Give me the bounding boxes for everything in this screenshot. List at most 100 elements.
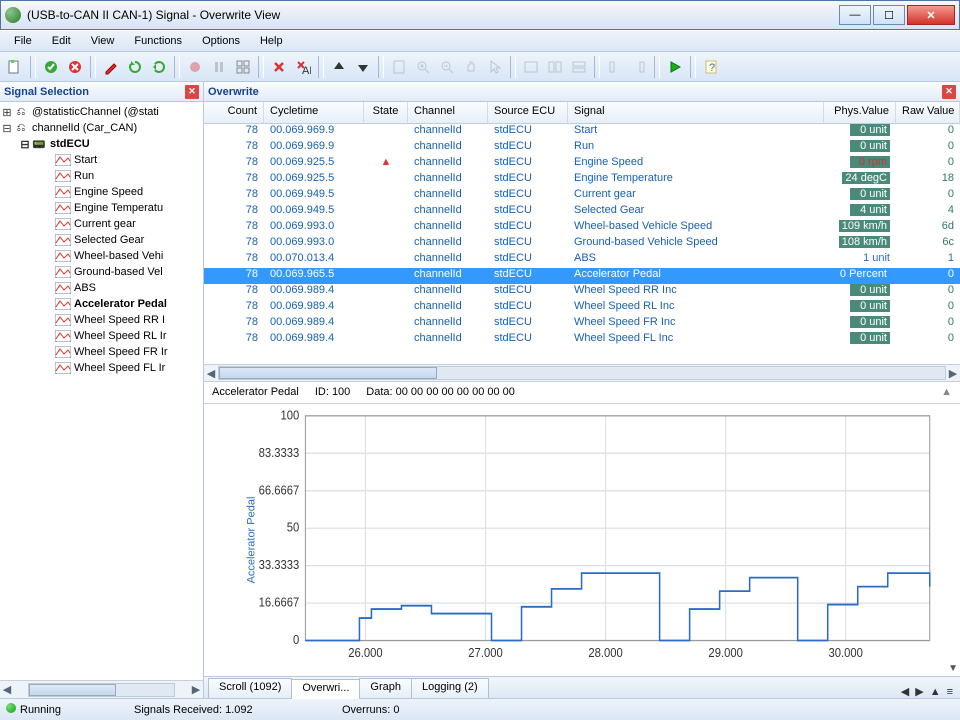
down-arrow-icon[interactable] — [352, 56, 374, 78]
menu-options[interactable]: Options — [192, 35, 250, 47]
sidebar-close-icon[interactable]: ✕ — [185, 85, 199, 99]
refresh-icon[interactable] — [124, 56, 146, 78]
hand-icon[interactable] — [460, 56, 482, 78]
status-overruns: Overruns: 0 — [342, 704, 462, 716]
table-row[interactable]: 7800.070.013.4channelIdstdECUABS1 unit1 — [204, 252, 960, 268]
maximize-button[interactable] — [873, 5, 905, 25]
tab-scroll[interactable]: Scroll (1092) — [208, 678, 292, 698]
table-row[interactable]: 7800.069.989.4channelIdstdECUWheel Speed… — [204, 332, 960, 348]
menu-view[interactable]: View — [81, 35, 125, 47]
ok-icon[interactable] — [40, 56, 62, 78]
chart-nav-icon[interactable]: ▼ — [948, 663, 958, 674]
menu-functions[interactable]: Functions — [124, 35, 192, 47]
sidebar-hscroll[interactable]: ◀▶ — [0, 680, 203, 698]
overwrite-header: Overwrite ✕ — [204, 82, 960, 102]
zoom-out-icon[interactable] — [436, 56, 458, 78]
pause-icon[interactable] — [208, 56, 230, 78]
table-row[interactable]: 7800.069.969.9channelIdstdECURun0 unit0 — [204, 140, 960, 156]
table-row[interactable]: 7800.069.965.5channelIdstdECUAccelerator… — [204, 268, 960, 284]
page-icon[interactable] — [388, 56, 410, 78]
marker1-icon[interactable] — [604, 56, 626, 78]
tree-signal[interactable]: Start — [2, 152, 201, 168]
chart-area[interactable]: Accelerator Pedal 016.666733.33335066.66… — [204, 404, 960, 676]
table-row[interactable]: 7800.069.989.4channelIdstdECUWheel Speed… — [204, 300, 960, 316]
up-arrow-icon[interactable] — [328, 56, 350, 78]
tab-next-icon[interactable]: ▶ — [912, 685, 926, 698]
tree-signal[interactable]: Wheel-based Vehi — [2, 248, 201, 264]
svg-text:29.000: 29.000 — [708, 645, 743, 660]
svg-text:50: 50 — [287, 520, 300, 535]
marker2-icon[interactable] — [628, 56, 650, 78]
tab-up-icon[interactable]: ▲ — [927, 686, 944, 698]
table-row[interactable]: 7800.069.925.5▲channelIdstdECUEngine Spe… — [204, 156, 960, 172]
signal-table[interactable]: 7800.069.969.9channelIdstdECUStart0 unit… — [204, 124, 960, 364]
tree-signal[interactable]: Engine Temperatu — [2, 200, 201, 216]
th-cycletime[interactable]: Cycletime — [264, 102, 364, 123]
tree-root-statistic[interactable]: ⊞⎌@statisticChannel (@stati — [2, 104, 201, 120]
tab-graph[interactable]: Graph — [359, 678, 412, 698]
refresh2-icon[interactable] — [148, 56, 170, 78]
tree-signal[interactable]: Wheel Speed RL Ir — [2, 328, 201, 344]
th-physvalue[interactable]: Phys.Value — [824, 102, 896, 123]
record-icon[interactable] — [184, 56, 206, 78]
win2-icon[interactable] — [544, 56, 566, 78]
status-running-icon — [6, 703, 16, 713]
grid-icon[interactable] — [232, 56, 254, 78]
cursor-icon[interactable] — [484, 56, 506, 78]
signal-tree[interactable]: ⊞⎌@statisticChannel (@stati ⊟⎌channelId … — [0, 102, 203, 680]
menu-file[interactable]: File — [4, 35, 42, 47]
th-sourceecu[interactable]: Source ECU — [488, 102, 568, 123]
th-count[interactable]: Count — [204, 102, 264, 123]
tree-signal[interactable]: Ground-based Vel — [2, 264, 201, 280]
scroll-up-icon[interactable]: ▲ — [941, 386, 952, 399]
stop-icon[interactable] — [64, 56, 86, 78]
table-row[interactable]: 7800.069.969.9channelIdstdECUStart0 unit… — [204, 124, 960, 140]
tree-ecu[interactable]: ⊟📟stdECU — [2, 136, 201, 152]
table-row[interactable]: 7800.069.993.0channelIdstdECUWheel-based… — [204, 220, 960, 236]
th-rawvalue[interactable]: Raw Value — [896, 102, 960, 123]
detail-data: Data: 00 00 00 00 00 00 00 00 — [366, 386, 515, 399]
win3-icon[interactable] — [568, 56, 590, 78]
zoom-in-icon[interactable] — [412, 56, 434, 78]
table-row[interactable]: 7800.069.993.0channelIdstdECUGround-base… — [204, 236, 960, 252]
tree-signal[interactable]: Accelerator Pedal — [2, 296, 201, 312]
status-state: Running — [20, 704, 61, 716]
table-row[interactable]: 7800.069.925.5channelIdstdECUEngine Temp… — [204, 172, 960, 188]
win1-icon[interactable] — [520, 56, 542, 78]
tree-signal[interactable]: Current gear — [2, 216, 201, 232]
overwrite-close-icon[interactable]: ✕ — [942, 85, 956, 99]
th-channel[interactable]: Channel — [408, 102, 488, 123]
tree-root-channel[interactable]: ⊟⎌channelId (Car_CAN) — [2, 120, 201, 136]
tree-signal[interactable]: Selected Gear — [2, 232, 201, 248]
delete-icon[interactable] — [268, 56, 290, 78]
help-icon[interactable]: ? — [700, 56, 722, 78]
detail-bar: Accelerator Pedal ID: 100 Data: 00 00 00… — [204, 382, 960, 404]
minimize-button[interactable] — [839, 5, 871, 25]
tree-signal[interactable]: Run — [2, 168, 201, 184]
svg-text:33.3333: 33.3333 — [259, 557, 300, 572]
table-row[interactable]: 7800.069.949.5channelIdstdECUCurrent gea… — [204, 188, 960, 204]
tab-prev-icon[interactable]: ◀ — [898, 685, 912, 698]
pencil-icon[interactable] — [100, 56, 122, 78]
new-icon[interactable] — [4, 56, 26, 78]
table-hscroll[interactable]: ◀ ▶ — [204, 364, 960, 382]
play-icon[interactable] — [664, 56, 686, 78]
tree-signal[interactable]: ABS — [2, 280, 201, 296]
svg-text:83.3333: 83.3333 — [259, 445, 300, 460]
tab-overwrite[interactable]: Overwri... — [291, 679, 360, 699]
tree-signal[interactable]: Wheel Speed FR Ir — [2, 344, 201, 360]
close-button[interactable] — [907, 5, 955, 25]
th-state[interactable]: State — [364, 102, 408, 123]
tab-logging[interactable]: Logging (2) — [411, 678, 489, 698]
tree-signal[interactable]: Engine Speed — [2, 184, 201, 200]
tree-signal[interactable]: Wheel Speed FL Ir — [2, 360, 201, 376]
delete-all-icon[interactable]: ALL — [292, 56, 314, 78]
table-row[interactable]: 7800.069.989.4channelIdstdECUWheel Speed… — [204, 316, 960, 332]
menu-edit[interactable]: Edit — [42, 35, 81, 47]
th-signal[interactable]: Signal — [568, 102, 824, 123]
menu-help[interactable]: Help — [250, 35, 293, 47]
tree-signal[interactable]: Wheel Speed RR I — [2, 312, 201, 328]
table-row[interactable]: 7800.069.949.5channelIdstdECUSelected Ge… — [204, 204, 960, 220]
table-row[interactable]: 7800.069.989.4channelIdstdECUWheel Speed… — [204, 284, 960, 300]
tab-menu-icon[interactable]: ≡ — [944, 686, 956, 698]
